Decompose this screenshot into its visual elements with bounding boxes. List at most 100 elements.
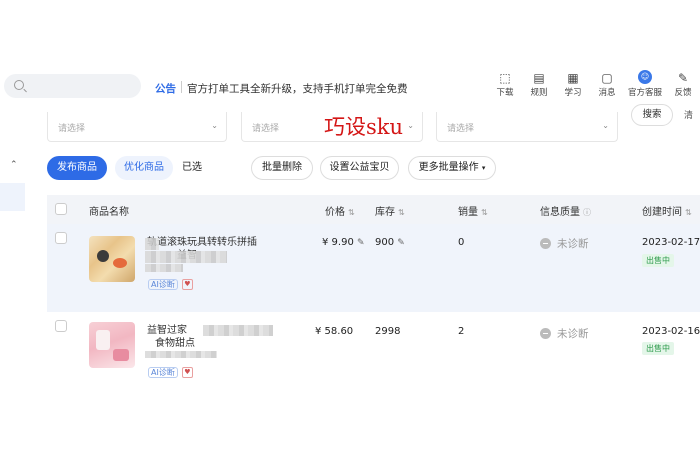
customer-service-icon: ☺ [638,70,652,84]
search-button[interactable]: 搜索 [631,104,673,126]
product-tags: AI诊断 ♥ [148,367,193,378]
product-stock[interactable]: 900 ✎ [375,237,405,248]
tool-message[interactable]: ▢ 消息 [590,70,624,98]
product-subtitle[interactable]: 食物甜点 [155,337,235,350]
chevron-down-icon: ⌄ [602,121,609,130]
status-badge: 出售中 [642,254,674,267]
created-date: 2023-02-17 [642,237,700,248]
product-stock[interactable]: 2998 [375,326,400,337]
download-icon: ⬚ [499,71,511,85]
product-tags: AI诊断 ♥ [148,279,193,290]
header-created-label: 创建时间 [642,207,682,218]
help-icon[interactable]: ⓘ [583,208,591,217]
blurred-text [145,251,227,263]
select-all-checkbox[interactable] [55,203,67,215]
header-sales-label: 销量 [458,207,478,218]
shield-icon: ♥ [181,279,193,290]
chevron-down-icon: ⌄ [211,121,218,130]
tool-download[interactable]: ⬚ 下载 [488,70,522,98]
quality-text: 未诊断 [557,328,589,340]
batch-delete-button[interactable]: 批量删除 [251,156,313,180]
tool-feedback[interactable]: ✎ 反馈 [666,70,700,98]
top-bar: 公告 官方打单工具全新升级，支持手机打单完全免费 ⬚ 下载 ▤ 规则 ▦ 学习 … [0,62,700,112]
blurred-text [145,264,183,272]
header-stock[interactable]: 库存 ⇅ [375,203,405,218]
product-title[interactable]: 轨道滚珠玩具转转乐拼插 [147,236,267,249]
tool-label: 反馈 [674,88,692,98]
ai-diagnose-tag[interactable]: AI诊断 [148,279,178,290]
shield-icon: ♥ [181,367,193,378]
product-thumbnail[interactable] [89,236,135,282]
notice-text[interactable]: 官方打单工具全新升级，支持手机打单完全免费 [187,81,408,96]
tool-label: 规则 [530,88,548,98]
tool-label: 消息 [598,88,616,98]
select-placeholder: 请选择 [252,124,280,134]
more-batch-actions-button[interactable]: 更多批量操作 ▾ [408,156,496,180]
toolbar: ⬚ 下载 ▤ 规则 ▦ 学习 ▢ 消息 ☺ 官方客服 ✎ 反馈 [488,70,700,98]
price-value: ¥ 9.90 [322,237,354,248]
search-icon [14,80,24,90]
product-price[interactable]: ¥ 9.90 ✎ [322,237,365,248]
tool-learn[interactable]: ▦ 学习 [556,70,590,98]
notice-label[interactable]: 公告 [155,81,176,96]
stock-value: 900 [375,237,395,248]
filter-select-1[interactable]: 请选择 ⌄ [47,112,227,142]
rules-icon: ▤ [533,71,545,85]
message-icon: ▢ [601,71,613,85]
set-welfare-button[interactable]: 设置公益宝贝 [320,156,399,180]
tool-customer-service[interactable]: ☺ 官方客服 [624,70,666,98]
row-checkbox[interactable] [55,232,67,244]
tool-rules[interactable]: ▤ 规则 [522,70,556,98]
product-thumbnail[interactable] [89,322,135,368]
thumbnail-shape [96,330,110,350]
quality-status: 未诊断 [540,326,589,341]
status-badge: 出售中 [642,342,674,355]
notice-divider [181,81,182,93]
global-search-input[interactable] [4,74,141,98]
blurred-text [203,325,273,336]
overlay-caption: 巧设sku [324,115,404,139]
quality-text: 未诊断 [557,238,589,250]
learn-icon: ▦ [567,71,579,85]
thumbnail-shape [97,250,109,262]
collapse-chevron-icon[interactable]: ⌃ [10,160,18,170]
more-batch-label: 更多批量操作 [418,162,479,173]
sort-icon[interactable]: ⇅ [685,208,692,217]
chevron-down-icon: ⌄ [407,121,414,130]
edit-icon[interactable]: ✎ [397,238,405,248]
created-date: 2023-02-16 [642,326,700,337]
edit-icon[interactable]: ✎ [357,238,365,248]
select-placeholder: 请选择 [447,124,475,134]
header-created[interactable]: 创建时间 ⇅ [642,203,692,218]
neutral-face-icon [540,238,551,249]
product-price[interactable]: ¥ 58.60 [315,326,353,337]
publish-product-button[interactable]: 发布商品 [47,156,107,180]
product-sales: 0 [458,237,465,248]
caret-down-icon: ▾ [481,164,486,172]
sort-icon[interactable]: ⇅ [398,208,405,217]
quality-status: 未诊断 [540,236,589,251]
feedback-icon: ✎ [677,71,689,85]
row-checkbox[interactable] [55,320,67,332]
sort-icon[interactable]: ⇅ [348,208,355,217]
header-sales[interactable]: 销量 ⇅ [458,203,488,218]
table-row[interactable]: 益智过家 食物甜点 AI诊断 ♥ ¥ 58.60 2998 2 未诊断 2023… [47,312,700,402]
thumbnail-shape [113,349,129,361]
table-row[interactable]: 轨道滚珠玩具转转乐拼插 益智 AI诊断 ♥ ¥ 9.90 ✎ 900 ✎ 0 未… [47,224,700,312]
thumbnail-shape [113,258,127,268]
filter-select-3[interactable]: 请选择 ⌄ [436,112,618,142]
sort-icon[interactable]: ⇅ [481,208,488,217]
product-sales: 2 [458,326,465,337]
neutral-face-icon [540,328,551,339]
header-quality-label: 信息质量 [540,207,580,218]
selected-count: 已选 [182,162,202,173]
optimize-product-button[interactable]: 优化商品 [115,156,173,180]
header-price[interactable]: 价格 ⇅ [325,203,355,218]
sidebar-active-item[interactable] [0,183,25,211]
header-price-label: 价格 [325,207,345,218]
header-quality: 信息质量 ⓘ [540,203,591,218]
tool-label: 下载 [496,88,514,98]
ai-diagnose-tag[interactable]: AI诊断 [148,367,178,378]
blurred-text [145,351,217,358]
clear-button[interactable]: 清 [684,108,693,121]
